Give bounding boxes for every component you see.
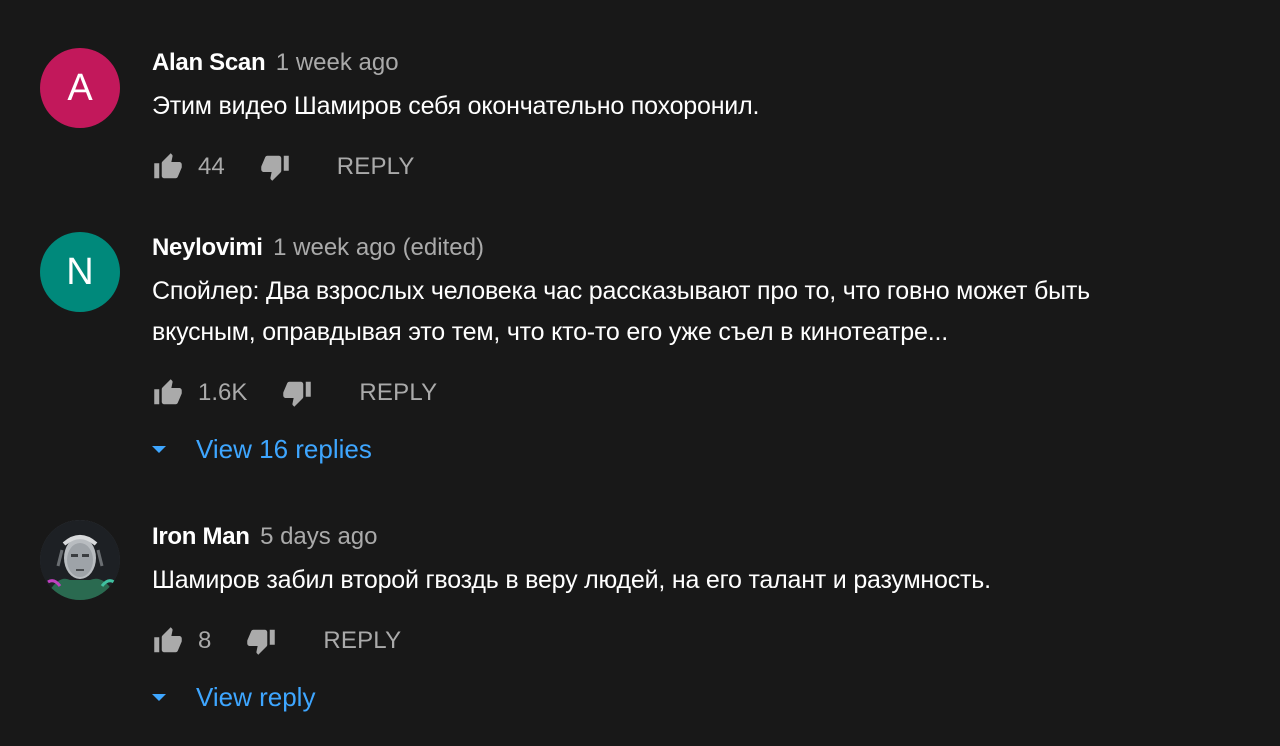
- comment-body: Iron Man 5 days ago Шамиров забил второй…: [152, 517, 1250, 717]
- comment-text-line: Спойлер: Два взрослых человека час расск…: [152, 277, 1090, 305]
- comments-section: A Alan Scan 1 week ago Этим видео Шамиро…: [0, 0, 1280, 746]
- thumb-down-icon: [283, 381, 312, 407]
- dislike-button[interactable]: [245, 625, 277, 657]
- comment-actions: 1.6K REPLY: [152, 373, 1250, 413]
- dislike-button[interactable]: [281, 377, 313, 409]
- comment-body: Alan Scan 1 week ago Этим видео Шамиров …: [152, 43, 1250, 187]
- author-name[interactable]: Neylovimi: [152, 234, 263, 261]
- reply-button[interactable]: REPLY: [323, 627, 401, 655]
- like-count: 1.6K: [198, 379, 248, 406]
- view-replies-label: View reply: [196, 681, 316, 712]
- iron-man-photo-icon: [40, 520, 120, 600]
- comment-text: Шамиров забил второй гвоздь в веру людей…: [152, 560, 1250, 601]
- comment-time[interactable]: 1 week ago: [276, 49, 399, 76]
- chevron-down-icon: [152, 445, 166, 453]
- thumb-down-icon: [260, 155, 289, 181]
- like-count: 8: [198, 627, 212, 654]
- comment-text-line: вкусным, оправдывая это тем, что кто-то …: [152, 318, 948, 346]
- comment-time[interactable]: 5 days ago: [260, 523, 377, 550]
- avatar[interactable]: A: [40, 48, 120, 128]
- avatar[interactable]: N: [40, 232, 120, 312]
- comment-header: Neylovimi 1 week ago (edited): [152, 228, 1250, 268]
- avatar-letter: N: [66, 250, 94, 293]
- reply-button[interactable]: REPLY: [337, 153, 415, 181]
- like-button[interactable]: [152, 625, 184, 657]
- comment-text: Этим видео Шамиров себя окончательно пох…: [152, 86, 1250, 127]
- comment-text: Спойлер: Два взрослых человека час расск…: [152, 271, 1250, 353]
- view-replies-button[interactable]: View 16 replies: [40, 429, 1138, 469]
- comment-header: Alan Scan 1 week ago: [152, 43, 1250, 83]
- view-replies-label: View 16 replies: [196, 433, 372, 464]
- dislike-button[interactable]: [259, 151, 291, 183]
- comment-actions: 8 REPLY: [152, 621, 1250, 661]
- like-button[interactable]: [152, 377, 184, 409]
- view-replies-button[interactable]: View reply: [40, 677, 1138, 717]
- comment-time[interactable]: 1 week ago (edited): [273, 234, 484, 261]
- avatar-letter: A: [67, 66, 93, 109]
- like-count: 44: [198, 153, 225, 180]
- author-name[interactable]: Iron Man: [152, 523, 250, 550]
- comment-header: Iron Man 5 days ago: [152, 517, 1250, 557]
- thumb-up-icon: [154, 379, 182, 405]
- comment-text-line: Этим видео Шамиров себя окончательно пох…: [152, 92, 760, 120]
- thumb-up-icon: [154, 153, 182, 179]
- comment-body: Neylovimi 1 week ago (edited) Спойлер: Д…: [152, 228, 1250, 469]
- comment-actions: 44 REPLY: [152, 147, 1250, 187]
- thumb-up-icon: [154, 627, 182, 653]
- avatar[interactable]: [40, 520, 120, 600]
- reply-button[interactable]: REPLY: [359, 379, 437, 407]
- comment-text-line: Шамиров забил второй гвоздь в веру людей…: [152, 566, 991, 594]
- like-button[interactable]: [152, 151, 184, 183]
- author-name[interactable]: Alan Scan: [152, 49, 266, 76]
- thumb-down-icon: [247, 629, 276, 655]
- chevron-down-icon: [152, 693, 166, 701]
